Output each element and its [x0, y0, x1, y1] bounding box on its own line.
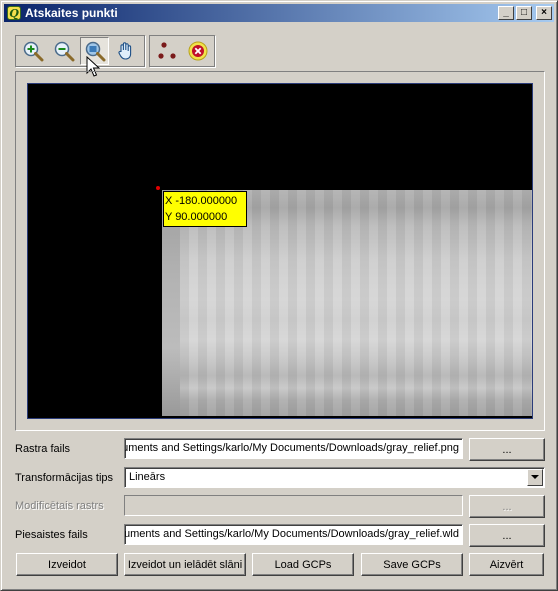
map-canvas-frame: X -180.000000 Y 90.000000 [15, 71, 545, 431]
zoom-in-icon [23, 41, 43, 62]
minimize-button[interactable]: _ [498, 6, 514, 20]
world-file-field[interactable]: C:/Documents and Settings/karlo/My Docum… [124, 524, 463, 545]
zoom-out-button[interactable] [49, 37, 78, 65]
zoom-out-icon [54, 41, 74, 62]
navigation-toolbar [15, 35, 145, 67]
zoom-in-button[interactable] [18, 37, 47, 65]
map-canvas[interactable]: X -180.000000 Y 90.000000 [27, 83, 533, 419]
raster-file-label: Rastra fails [15, 443, 71, 455]
transform-type-row: Transformācijas tips Lineārs [15, 467, 545, 491]
gcp-coordinate-label: X -180.000000 Y 90.000000 [163, 191, 247, 227]
save-gcps-button[interactable]: Save GCPs [361, 553, 463, 576]
raster-file-field[interactable]: C:/Documents and Settings/karlo/My Docum… [124, 438, 463, 459]
delete-point-icon [188, 41, 207, 61]
transform-type-label: Transformācijas tips [15, 472, 114, 484]
modified-raster-row: Modificētais rastrs ... [15, 495, 545, 519]
gcp-x-coordinate: X -180.000000 [165, 195, 238, 207]
maximize-button[interactable]: □ [516, 6, 532, 20]
transform-type-value: Lineārs [129, 471, 166, 483]
world-browse-button[interactable]: ... [469, 524, 545, 547]
raster-file-value: C:/Documents and Settings/karlo/My Docum… [124, 442, 459, 454]
qgis-logo-icon: Q [7, 6, 21, 20]
close-window-button[interactable]: × [536, 6, 552, 20]
modified-raster-label: Modificētais rastrs [15, 500, 104, 512]
transform-type-select[interactable]: Lineārs [124, 467, 545, 488]
add-point-button[interactable] [152, 37, 181, 65]
create-button[interactable]: Izveidot [16, 553, 118, 576]
chevron-down-icon [531, 475, 539, 479]
modified-browse-button[interactable]: ... [469, 495, 545, 518]
dropdown-arrow-button[interactable] [527, 469, 543, 486]
raster-file-row: Rastra fails C:/Documents and Settings/k… [15, 438, 545, 462]
world-file-value: C:/Documents and Settings/karlo/My Docum… [124, 528, 459, 540]
close-button[interactable]: Aizvērt [469, 553, 544, 576]
raster-browse-button[interactable]: ... [469, 438, 545, 461]
points-toolbar [149, 35, 215, 67]
gcp-y-coordinate: Y 90.000000 [165, 211, 228, 223]
gcp-point-marker[interactable] [156, 186, 160, 190]
pan-button[interactable] [111, 37, 140, 65]
load-gcps-button[interactable]: Load GCPs [252, 553, 354, 576]
create-and-load-button[interactable]: Izveidot un ielādēt slāni [124, 553, 246, 576]
title-bar[interactable]: Q Atskaites punkti _ □ × [4, 4, 554, 22]
modified-raster-field[interactable] [124, 495, 463, 516]
world-file-row: Piesaistes fails C:/Documents and Settin… [15, 524, 545, 548]
window-title: Atskaites punkti [25, 6, 118, 20]
add-point-icon [157, 42, 176, 59]
pan-hand-icon [117, 42, 131, 60]
delete-point-button[interactable] [183, 37, 212, 65]
world-file-label: Piesaistes fails [15, 529, 88, 541]
georeferencer-dialog: Q Atskaites punkti _ □ × X -180.000000 Y… [0, 0, 558, 591]
